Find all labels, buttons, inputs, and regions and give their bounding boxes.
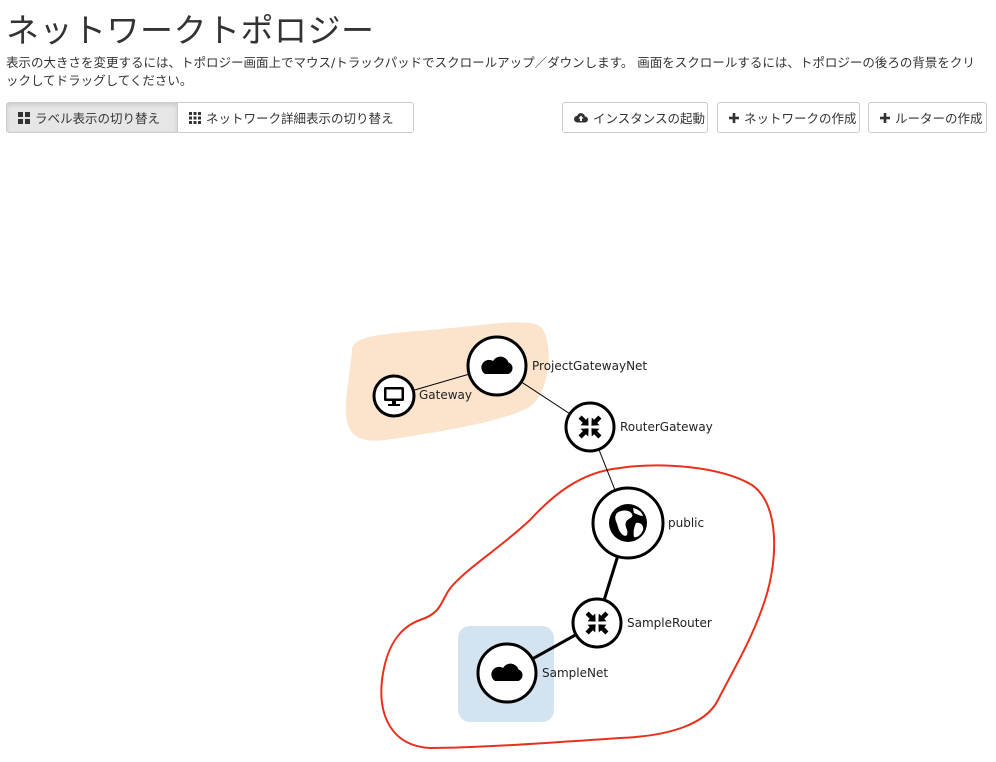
plus-icon bbox=[880, 112, 890, 123]
cloud-upload-icon bbox=[574, 112, 588, 123]
launch-instance-button[interactable]: インスタンスの起動 bbox=[562, 102, 708, 133]
toggle-labels-button[interactable]: ラベル表示の切り替え bbox=[6, 102, 178, 133]
create-router-label: ルーターの作成 bbox=[895, 111, 983, 126]
samplenet-label: SampleNet bbox=[542, 666, 608, 680]
topology-canvas[interactable]: Gateway ProjectGatewayNet RouterGateway … bbox=[0, 140, 996, 762]
create-network-label: ネットワークの作成 bbox=[744, 111, 857, 126]
th-icon bbox=[189, 111, 201, 124]
samplerouter-label: SampleRouter bbox=[627, 616, 712, 630]
th-large-icon bbox=[18, 111, 30, 124]
network-node-projectgatewaynet[interactable]: ProjectGatewayNet bbox=[466, 335, 647, 397]
gateway-label: Gateway bbox=[419, 388, 472, 402]
create-router-button[interactable]: ルーターの作成 bbox=[868, 102, 987, 133]
public-label: public bbox=[668, 516, 704, 530]
launch-instance-label: インスタンスの起動 bbox=[593, 111, 706, 126]
router-node-samplerouter[interactable]: SampleRouter bbox=[571, 597, 712, 649]
routergateway-label: RouterGateway bbox=[620, 420, 713, 434]
toggle-network-details-label: ネットワーク詳細表示の切り替え bbox=[206, 111, 394, 126]
plus-icon bbox=[729, 112, 739, 123]
globe-icon bbox=[609, 504, 647, 542]
help-text: 表示の大きさを変更するには、トポロジー画面上でマウス/トラックパッドでスクロール… bbox=[6, 55, 975, 88]
projectgatewaynet-label: ProjectGatewayNet bbox=[532, 359, 647, 373]
page-title: ネットワークトポロジー bbox=[6, 11, 375, 50]
router-node-routergateway[interactable]: RouterGateway bbox=[564, 401, 713, 453]
create-network-button[interactable]: ネットワークの作成 bbox=[717, 102, 860, 133]
network-node-public[interactable]: public bbox=[591, 486, 704, 560]
toggle-network-details-button[interactable]: ネットワーク詳細表示の切り替え bbox=[178, 102, 414, 133]
toggle-labels-label: ラベル表示の切り替え bbox=[35, 111, 161, 126]
